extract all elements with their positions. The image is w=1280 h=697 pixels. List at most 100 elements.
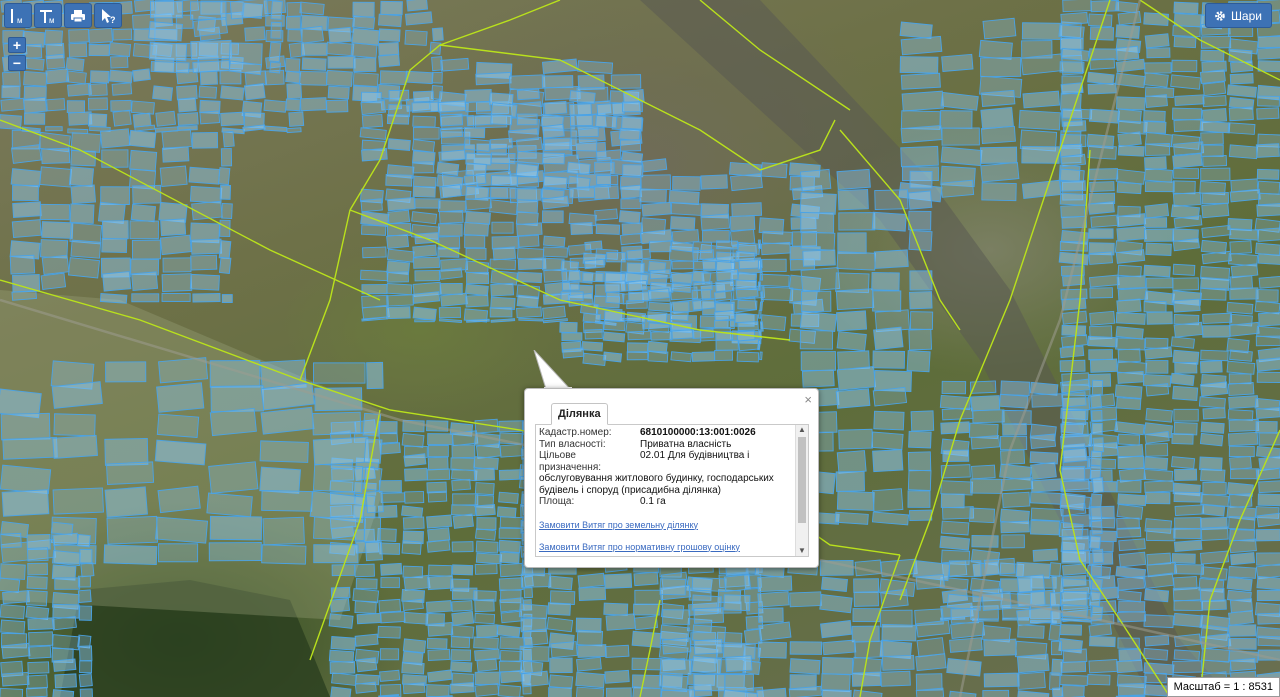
parcel[interactable]	[596, 175, 619, 185]
parcel[interactable]	[104, 486, 148, 518]
parcel[interactable]	[516, 88, 540, 101]
parcel[interactable]	[1173, 612, 1204, 628]
parcel[interactable]	[1143, 120, 1167, 134]
parcel[interactable]	[101, 149, 129, 168]
parcel[interactable]	[41, 254, 70, 275]
parcel[interactable]	[52, 532, 79, 547]
parcel[interactable]	[439, 184, 462, 199]
parcel[interactable]	[161, 292, 191, 303]
parcel[interactable]	[838, 212, 876, 231]
parcel[interactable]	[259, 466, 301, 494]
parcel[interactable]	[672, 175, 701, 191]
parcel[interactable]	[1116, 659, 1143, 674]
parcel[interactable]	[77, 589, 92, 604]
parcel[interactable]	[1173, 408, 1199, 422]
parcel[interactable]	[980, 106, 1014, 130]
parcel[interactable]	[632, 686, 662, 697]
parcel[interactable]	[1144, 203, 1170, 219]
parcel[interactable]	[1, 671, 30, 687]
parcel[interactable]	[148, 21, 183, 42]
parcel[interactable]	[386, 283, 413, 296]
parcel[interactable]	[474, 598, 495, 613]
parcel[interactable]	[1228, 106, 1254, 122]
parcel[interactable]	[440, 57, 470, 72]
parcel[interactable]	[940, 493, 965, 509]
parcel[interactable]	[518, 603, 548, 620]
parcel[interactable]	[378, 480, 402, 493]
parcel[interactable]	[157, 485, 201, 514]
parcel[interactable]	[942, 449, 970, 463]
parcel[interactable]	[909, 291, 933, 310]
parcel[interactable]	[263, 99, 287, 113]
parcel[interactable]	[427, 621, 454, 637]
parcel[interactable]	[54, 577, 81, 590]
parcel[interactable]	[1021, 145, 1060, 164]
parcel[interactable]	[156, 413, 200, 438]
parcel[interactable]	[1143, 684, 1169, 697]
parcel[interactable]	[1059, 674, 1089, 687]
parcel[interactable]	[899, 56, 939, 74]
parcel[interactable]	[582, 352, 607, 366]
parcel[interactable]	[288, 111, 305, 127]
parcel[interactable]	[363, 516, 382, 543]
parcel[interactable]	[451, 564, 474, 576]
parcel[interactable]	[899, 21, 933, 40]
parcel[interactable]	[220, 111, 245, 127]
parcel[interactable]	[1202, 95, 1227, 108]
parcel[interactable]	[161, 146, 190, 163]
parcel[interactable]	[618, 210, 641, 225]
parcel[interactable]	[101, 220, 129, 240]
parcel[interactable]	[1258, 311, 1280, 327]
parcel[interactable]	[800, 231, 836, 251]
parcel[interactable]	[1016, 653, 1050, 674]
parcel[interactable]	[1116, 96, 1146, 111]
parcel[interactable]	[948, 690, 977, 697]
parcel[interactable]	[516, 176, 539, 188]
parcel[interactable]	[1117, 119, 1148, 135]
parcel[interactable]	[401, 432, 425, 448]
parcel[interactable]	[758, 621, 792, 642]
parcel[interactable]	[402, 516, 425, 530]
parcel[interactable]	[328, 649, 355, 663]
parcel[interactable]	[662, 609, 691, 625]
parcel[interactable]	[757, 575, 793, 593]
parcel[interactable]	[836, 365, 876, 391]
parcel[interactable]	[23, 70, 48, 87]
parcel[interactable]	[1115, 337, 1146, 351]
parcel[interactable]	[490, 186, 517, 199]
parcel[interactable]	[377, 13, 403, 28]
parcel[interactable]	[87, 113, 108, 128]
parcel[interactable]	[819, 594, 853, 614]
parcel[interactable]	[1061, 310, 1088, 325]
parcel[interactable]	[1201, 108, 1228, 124]
parcel[interactable]	[1227, 122, 1256, 135]
parcel[interactable]	[350, 42, 378, 59]
parcel[interactable]	[729, 215, 756, 232]
parcel[interactable]	[1117, 455, 1145, 470]
parcel[interactable]	[54, 673, 77, 689]
parcel[interactable]	[1090, 563, 1102, 577]
parcel[interactable]	[450, 624, 475, 639]
parcel[interactable]	[1200, 349, 1229, 362]
parcel[interactable]	[542, 175, 568, 190]
parcel[interactable]	[189, 185, 223, 204]
parcel[interactable]	[464, 89, 492, 103]
parcel[interactable]	[377, 625, 401, 639]
parcel[interactable]	[0, 97, 25, 112]
parcel[interactable]	[1173, 600, 1203, 612]
parcel[interactable]	[1229, 228, 1260, 241]
parcel[interactable]	[757, 591, 790, 608]
parcel[interactable]	[1199, 120, 1231, 134]
parcel[interactable]	[1201, 224, 1232, 239]
parcel[interactable]	[715, 280, 735, 292]
parcel[interactable]	[405, 70, 434, 85]
parcel[interactable]	[872, 449, 904, 473]
parcel[interactable]	[671, 260, 695, 270]
parcel[interactable]	[111, 82, 133, 96]
parcel[interactable]	[1088, 659, 1118, 674]
parcel[interactable]	[578, 586, 607, 602]
parcel[interactable]	[440, 292, 468, 307]
parcel[interactable]	[209, 407, 257, 437]
parcel[interactable]	[873, 249, 909, 269]
parcel[interactable]	[1089, 464, 1102, 480]
